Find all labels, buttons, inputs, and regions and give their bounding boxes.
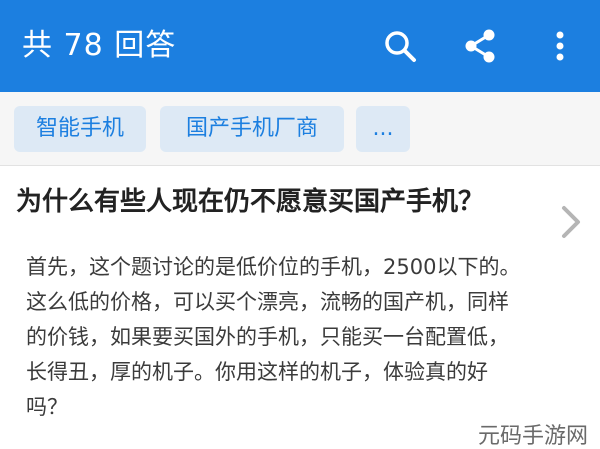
watermark: 元码手游网 xyxy=(478,424,589,449)
topic-tag[interactable]: 国产手机厂商 xyxy=(160,106,344,152)
answer-line: 首先，这个题讨论的是低价位的手机，2500以下的。 xyxy=(26,255,521,279)
answer-line: 的价钱，如果要买国外的手机，只能买一台配置低， xyxy=(26,325,509,349)
share-icon xyxy=(465,29,495,63)
search-icon xyxy=(385,31,416,62)
app-bar: 共 78 回答 xyxy=(0,0,600,92)
more-tags-button[interactable]: ... xyxy=(356,106,410,152)
search-button[interactable] xyxy=(360,0,440,92)
question-title[interactable]: 为什么有些人现在仍不愿意买国产手机？ xyxy=(16,182,586,222)
answer-content[interactable]: 首先，这个题讨论的是低价位的手机，2500以下的。 这么低的价格，可以买个漂亮，… xyxy=(26,250,571,425)
answer-count-title: 共 78 回答 xyxy=(22,28,177,63)
more-options-button[interactable] xyxy=(520,0,600,92)
share-button[interactable] xyxy=(440,0,520,92)
topic-tag-bar: 智能手机 国产手机厂商 ... xyxy=(0,92,600,238)
answer-line: 长得丑，厚的机子。你用这样的机子，体验真的好 xyxy=(26,360,488,384)
topic-tag[interactable]: 智能手机 xyxy=(14,106,146,152)
more-vert-icon xyxy=(556,31,564,61)
answer-line: 这么低的价格，可以买个漂亮，流畅的国产机，同样 xyxy=(26,290,509,314)
app-bar-actions xyxy=(360,0,600,92)
